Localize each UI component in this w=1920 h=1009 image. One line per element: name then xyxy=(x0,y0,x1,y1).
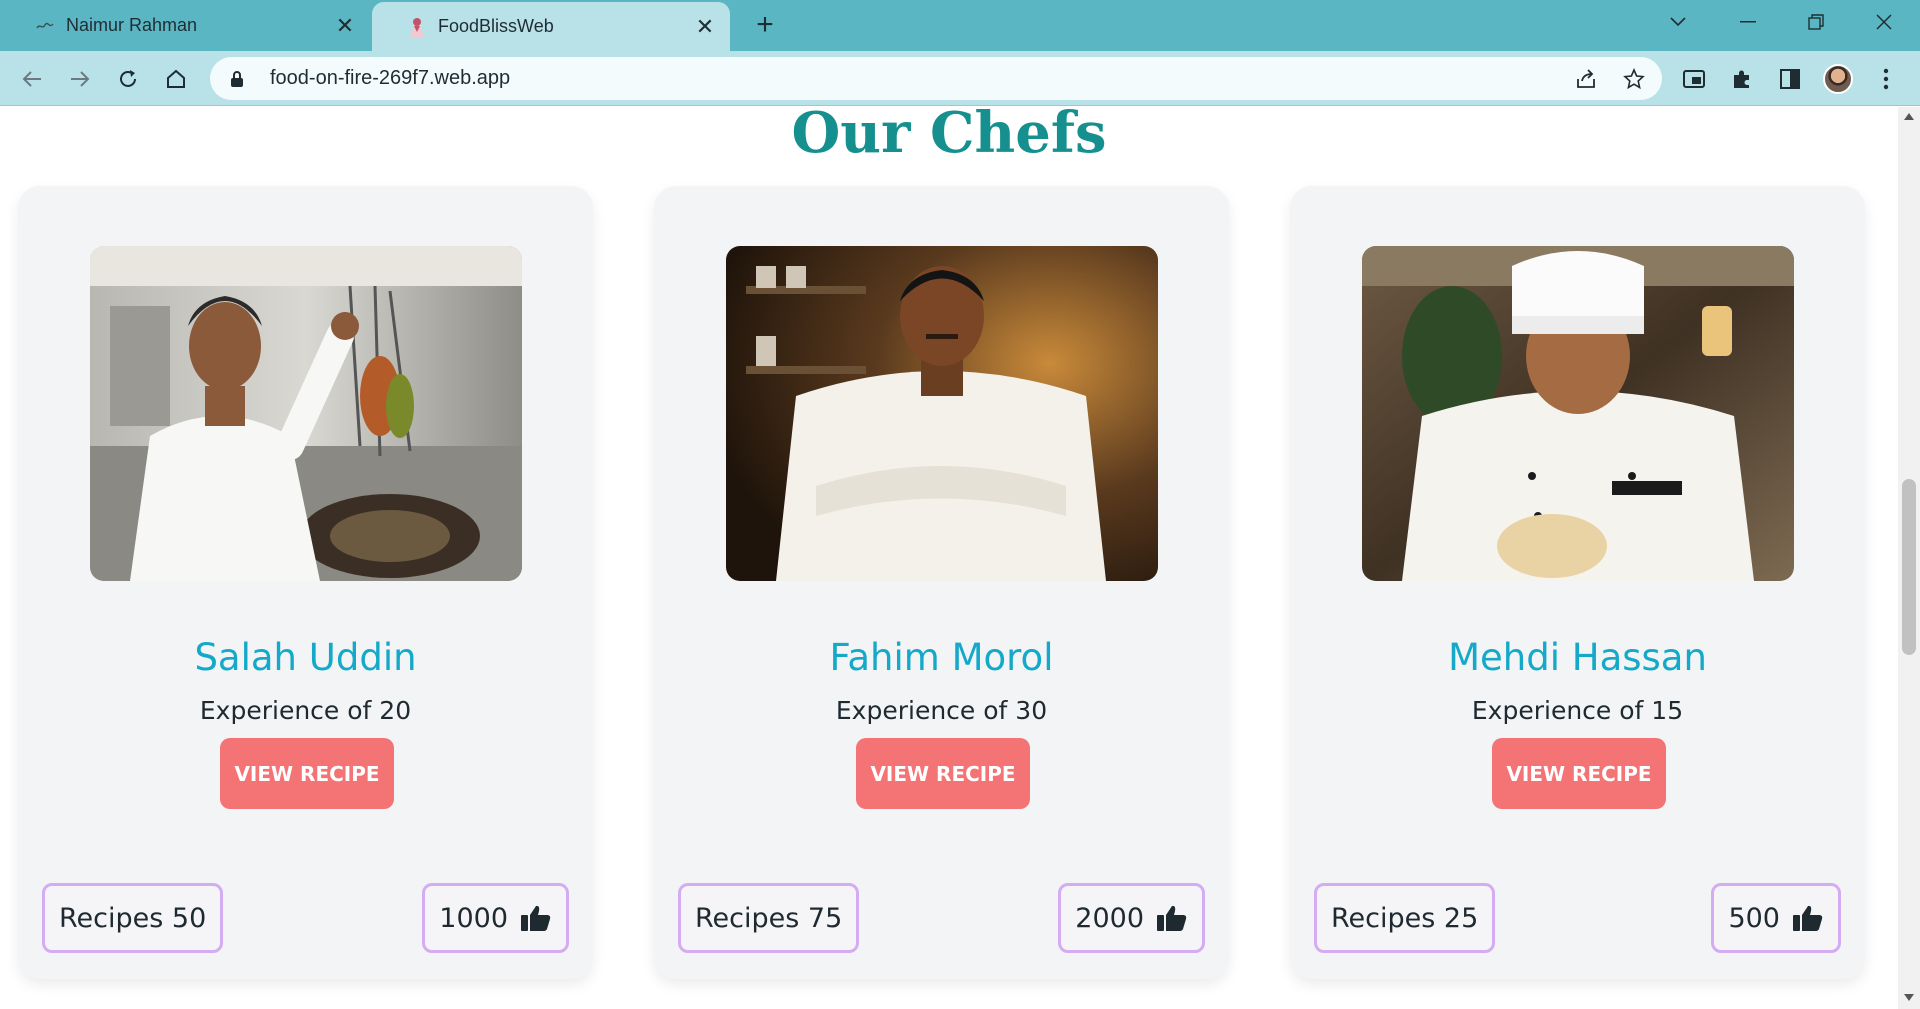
menu-kebab-icon[interactable] xyxy=(1866,59,1906,99)
chef-name: Mehdi Hassan xyxy=(1448,636,1707,679)
likes-badge[interactable]: 1000 xyxy=(422,883,569,953)
recipes-count-badge: Recipes 50 xyxy=(42,883,224,953)
chef-experience: Experience of 20 xyxy=(199,696,412,725)
likes-badge[interactable]: 500 xyxy=(1711,883,1841,953)
scroll-down-arrow-icon[interactable] xyxy=(1904,994,1914,1001)
chef-photo xyxy=(1362,246,1794,581)
tab-title: Naimur Rahman xyxy=(66,15,198,35)
chef-card: Salah Uddin Experience of 20 VIEW RECIPE… xyxy=(18,186,593,979)
tab-title: FoodBlissWeb xyxy=(438,16,554,36)
close-tab-icon[interactable]: ✕ xyxy=(690,12,720,42)
address-bar[interactable]: food-on-fire-269f7.web.app xyxy=(210,57,1662,100)
forward-arrow-icon[interactable] xyxy=(60,59,100,99)
picture-in-picture-icon[interactable] xyxy=(1674,59,1714,99)
profile-avatar[interactable] xyxy=(1818,59,1858,99)
chef-photo xyxy=(90,246,522,581)
scroll-up-arrow-icon[interactable] xyxy=(1904,113,1914,120)
close-tab-icon[interactable]: ✕ xyxy=(330,11,360,41)
likes-badge[interactable]: 2000 xyxy=(1058,883,1205,953)
section-title: Our Chefs xyxy=(791,107,1107,166)
back-arrow-icon[interactable] xyxy=(12,59,52,99)
reload-icon[interactable] xyxy=(108,59,148,99)
chef-name: Salah Uddin xyxy=(194,636,417,679)
chef-name: Fahim Morol xyxy=(829,636,1054,679)
view-recipe-button[interactable]: VIEW RECIPE xyxy=(856,738,1030,809)
scrollbar-thumb[interactable] xyxy=(1902,479,1916,655)
recipes-count-badge: Recipes 75 xyxy=(678,883,860,953)
browser-tab-strip: Naimur Rahman ✕ FoodBlissWeb ✕ + xyxy=(0,0,1920,51)
url-text[interactable]: food-on-fire-269f7.web.app xyxy=(270,67,1566,90)
thumbs-up-icon[interactable] xyxy=(520,904,552,932)
extensions-puzzle-icon[interactable] xyxy=(1722,59,1762,99)
browser-toolbar: food-on-fire-269f7.web.app xyxy=(0,51,1920,106)
page-content: Our Chefs Salah Uddin Experience of 20 V… xyxy=(0,107,1898,1009)
view-recipe-button[interactable]: VIEW RECIPE xyxy=(1492,738,1666,809)
restore-icon[interactable] xyxy=(1788,0,1844,44)
tab-naimur-rahman[interactable]: Naimur Rahman ✕ xyxy=(0,0,370,51)
chef-experience: Experience of 30 xyxy=(835,696,1048,725)
page-scrollbar[interactable] xyxy=(1898,107,1920,1009)
tab-foodblissweb[interactable]: FoodBlissWeb ✕ xyxy=(372,2,730,51)
likes-count: 500 xyxy=(1728,902,1780,934)
minimize-icon[interactable] xyxy=(1720,0,1776,44)
chef-favicon-icon xyxy=(406,16,428,38)
lock-icon xyxy=(230,70,250,88)
thumbs-up-icon[interactable] xyxy=(1156,904,1188,932)
close-window-icon[interactable] xyxy=(1856,0,1912,44)
side-panel-icon[interactable] xyxy=(1770,59,1810,99)
chef-card: Mehdi Hassan Experience of 15 VIEW RECIP… xyxy=(1290,186,1865,979)
home-icon[interactable] xyxy=(156,59,196,99)
chef-card: Fahim Morol Experience of 30 VIEW RECIPE… xyxy=(654,186,1229,979)
tab-search-chevron-icon[interactable] xyxy=(1650,0,1706,44)
thumbs-up-icon[interactable] xyxy=(1792,904,1824,932)
likes-count: 1000 xyxy=(439,902,508,934)
signature-favicon-icon xyxy=(34,15,56,37)
bookmark-star-icon[interactable] xyxy=(1614,59,1654,99)
share-icon[interactable] xyxy=(1566,59,1606,99)
chef-photo xyxy=(726,246,1158,581)
new-tab-plus-icon[interactable]: + xyxy=(748,8,782,42)
view-recipe-button[interactable]: VIEW RECIPE xyxy=(220,738,394,809)
chef-experience: Experience of 15 xyxy=(1471,696,1684,725)
likes-count: 2000 xyxy=(1075,902,1144,934)
recipes-count-badge: Recipes 25 xyxy=(1314,883,1496,953)
